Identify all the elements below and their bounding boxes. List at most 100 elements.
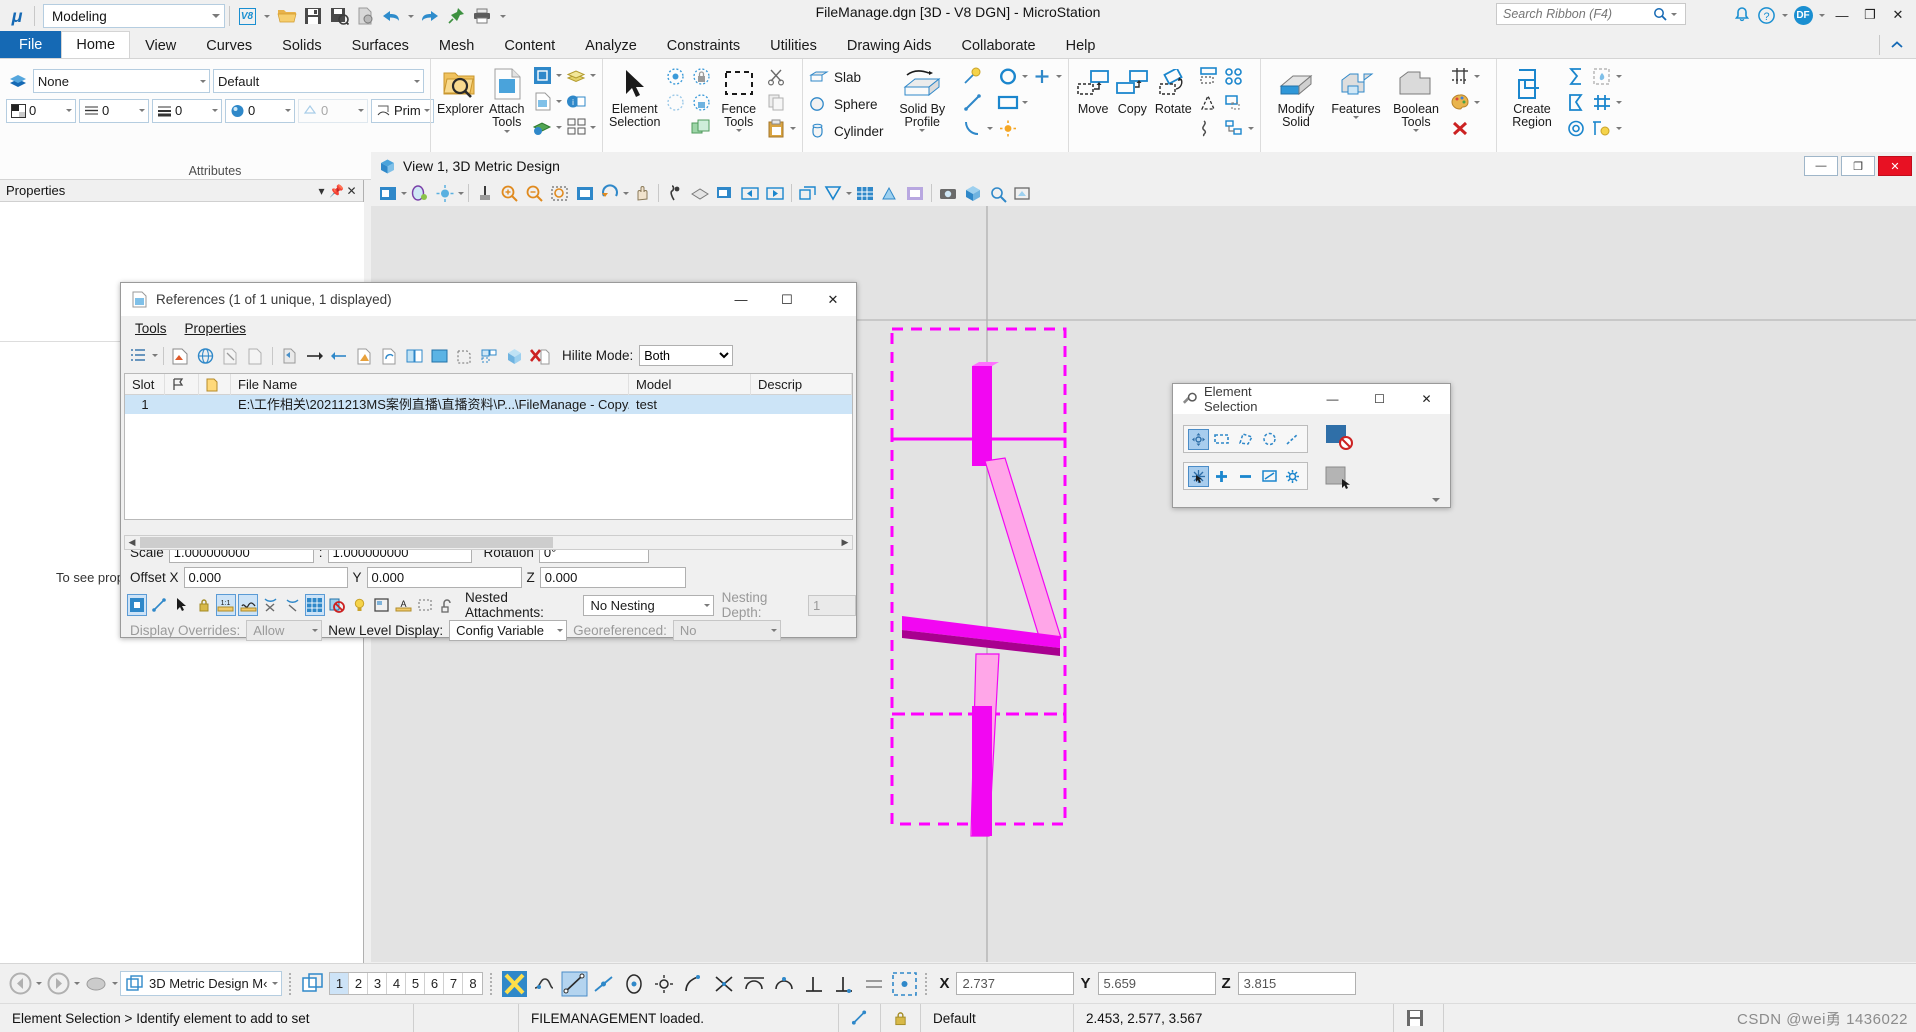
slab-button[interactable]: Slab [809,65,884,89]
view-tab-4[interactable]: 4 [387,973,407,994]
chevron-down-icon[interactable] [556,73,562,77]
tab-curves[interactable]: Curves [191,32,267,58]
merge-reference-button[interactable] [428,344,451,367]
chevron-down-icon[interactable] [1671,12,1677,16]
new-level-display-select[interactable]: Config Variable [449,619,568,641]
explorer-button[interactable]: Explorer [437,63,484,116]
menu-properties[interactable]: Properties [185,321,247,336]
stretch-button[interactable] [1196,116,1220,140]
offset-x-input[interactable] [183,567,348,588]
create-complex-chain-button[interactable] [1564,64,1588,88]
view-groups-button[interactable] [299,970,327,998]
place-block-button[interactable] [996,90,1020,114]
hilite-mode-select[interactable]: Both [639,345,734,366]
view-close-button[interactable]: ✕ [1878,156,1912,176]
undo-dropdown[interactable] [404,3,417,29]
close-button[interactable]: ✕ [1884,2,1912,28]
undo-button[interactable] [378,3,404,29]
references-minimize-button[interactable]: — [718,284,764,316]
sphere-button[interactable]: Sphere [809,92,884,116]
save-button[interactable] [300,3,326,29]
change-attributes-button[interactable] [1448,90,1472,114]
redo-button[interactable] [417,3,443,29]
properties-pin-button[interactable]: 📌 [329,184,344,198]
view-tab-3[interactable]: 3 [368,973,388,994]
chevron-down-icon[interactable] [1616,100,1622,104]
chevron-down-icon[interactable] [1616,126,1622,130]
create-region-button[interactable]: Create Region [1503,63,1561,129]
color-dropdown[interactable]: 0 [6,98,76,123]
detach-reference-button[interactable] [219,344,242,367]
references-button[interactable] [530,89,554,113]
snap-disable-button[interactable] [500,970,528,998]
style-dropdown[interactable]: Default [213,69,424,93]
attach-url-button[interactable] [194,344,217,367]
menu-tools[interactable]: Tools [135,321,167,336]
cell-flag[interactable] [165,395,199,414]
view-grid-button[interactable] [853,181,877,205]
tab-collaborate[interactable]: Collaborate [946,32,1050,58]
place-light-button[interactable] [996,116,1020,140]
place-point-button[interactable] [1030,64,1054,88]
chevron-down-icon[interactable] [503,130,510,133]
fence-tools-button[interactable]: Fence Tools [716,63,761,132]
level-dropdown[interactable]: None [32,69,211,93]
walk-view-button[interactable] [663,181,687,205]
scale-reference-button[interactable] [353,344,376,367]
levels-button[interactable] [564,63,588,87]
cell-doc[interactable] [199,395,231,414]
tab-analyze[interactable]: Analyze [570,32,652,58]
snap-intersection-button[interactable] [710,970,738,998]
chevron-down-icon[interactable] [735,129,742,132]
weight-dropdown[interactable]: 0 [152,98,222,123]
window-area-button[interactable] [548,181,572,205]
update-view-button[interactable] [473,181,497,205]
view-next-button[interactable] [763,181,787,205]
save-as-button[interactable] [326,3,352,29]
esel-minimize-button[interactable]: — [1309,385,1356,414]
rotate-reference-button[interactable] [378,344,401,367]
snap-origin-button[interactable] [650,970,678,998]
offset-y-input[interactable] [366,567,522,588]
clip-mask-button[interactable] [821,181,845,205]
search-ribbon-box[interactable] [1496,3,1686,25]
toggle-text-size-button[interactable]: A [393,594,413,616]
detach-all-button[interactable] [528,344,551,367]
zoom-out-button[interactable] [523,181,547,205]
element-info-button[interactable]: i [564,89,588,113]
view-minimize-button[interactable]: — [1804,156,1838,176]
references-table[interactable]: Slot File Name Model Descrip 1 E:\工作相关\2… [124,373,853,520]
lock-selection-button[interactable] [689,64,713,88]
mode-clear-button[interactable] [1282,466,1303,487]
define-cell-origin-button[interactable] [1590,116,1614,140]
status-lock[interactable] [881,1003,921,1032]
display-style-button[interactable] [408,181,432,205]
toggle-snap-button[interactable] [149,594,169,616]
toggle-level-light-button[interactable] [349,594,369,616]
chevron-down-icon[interactable] [987,126,993,130]
mirror-reference-button[interactable] [403,344,426,367]
display-overrides-select[interactable]: Allow [246,619,323,641]
reference-list-button[interactable] [127,344,150,367]
tab-constraints[interactable]: Constraints [652,32,755,58]
snap-parallel-button[interactable] [860,970,888,998]
group-select-button[interactable] [689,116,713,140]
chevron-down-icon[interactable] [152,354,158,357]
table-row[interactable]: 1 E:\工作相关\20211213MS案例直播\直播资料\P...\FileM… [125,395,852,414]
place-smartline-button[interactable] [961,64,985,88]
mode-subtract-button[interactable] [1235,466,1256,487]
chevron-down-icon[interactable] [1248,126,1254,130]
previous-model-button[interactable] [6,970,34,998]
tab-file[interactable]: File [0,31,62,58]
method-circle-button[interactable] [1259,429,1280,450]
model-properties-button[interactable] [82,970,110,998]
move-reference-button[interactable] [303,344,326,367]
references-maximize-button[interactable]: ☐ [764,284,810,316]
toggle-levels-button[interactable] [238,594,259,616]
file-properties-button[interactable] [352,3,378,29]
view-cube-toggle-button[interactable] [961,181,985,205]
camera-settings-button[interactable] [936,181,960,205]
view-lighting-button[interactable] [433,181,457,205]
method-individual-button[interactable] [1188,428,1209,450]
tab-solids[interactable]: Solids [267,32,337,58]
